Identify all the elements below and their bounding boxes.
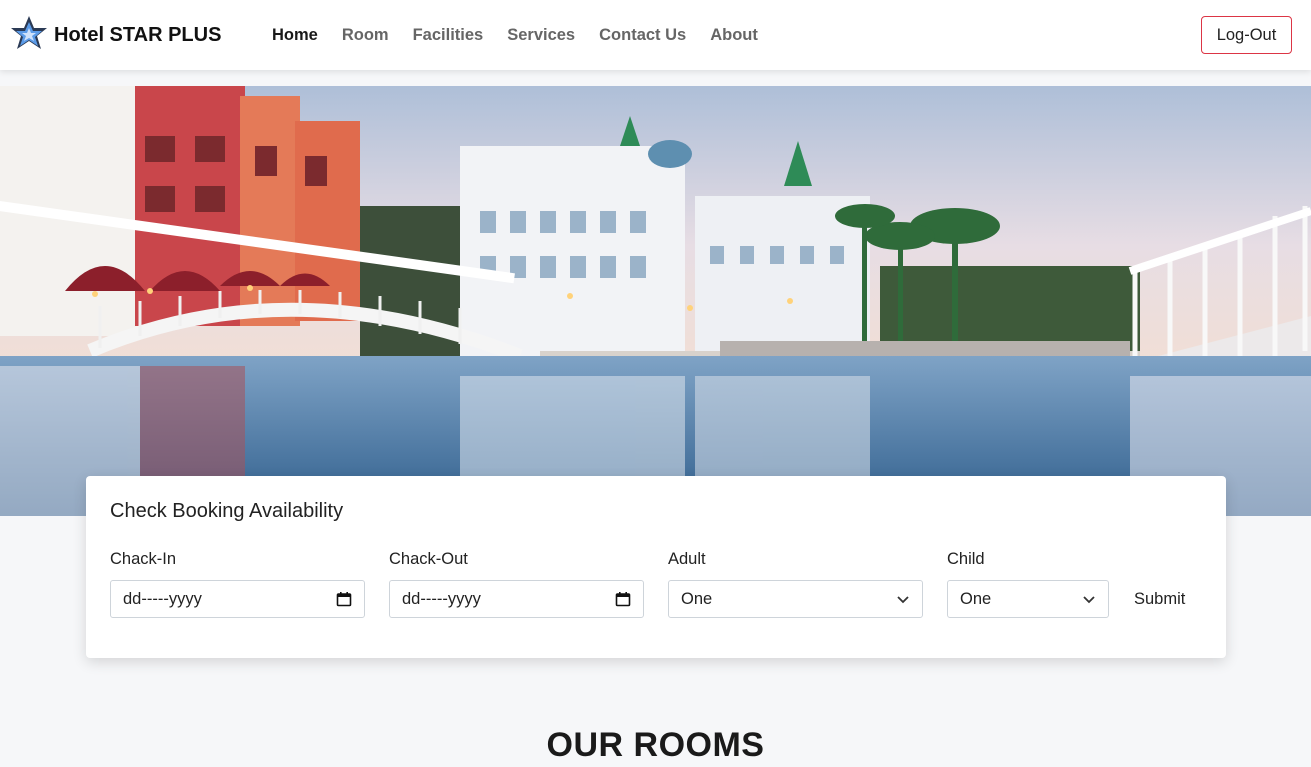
brand[interactable]: Hotel STAR PLUS [8,14,221,56]
check-out-label: Chack-Out [389,550,468,568]
nav-services[interactable]: Services [507,26,575,45]
nav-about[interactable]: About [710,26,758,45]
brand-name: Hotel STAR PLUS [54,23,222,46]
rooms-section-title: OUR ROOMS [546,726,765,764]
booking-card: Check Booking Availability Chack-In dd--… [86,476,1226,658]
hero-image [0,86,1311,516]
check-out-value: dd-----yyyy [402,589,481,608]
check-in-value: dd-----yyyy [123,589,202,608]
nav-facilities[interactable]: Facilities [413,26,484,45]
check-in-input[interactable]: dd-----yyyy [110,580,365,618]
star-icon [11,16,47,49]
navbar: Hotel STAR PLUS Home Room Facilities Ser… [0,0,1311,70]
chevron-down-icon [897,596,909,604]
nav-room[interactable]: Room [342,26,389,45]
chevron-down-icon [1083,596,1095,604]
calendar-icon[interactable] [615,591,631,607]
check-out-input[interactable]: dd-----yyyy [389,580,644,618]
child-value: One [960,589,992,608]
check-in-label: Chack-In [110,550,177,568]
adult-label: Adult [668,550,706,568]
booking-title: Check Booking Availability [110,500,344,522]
adult-select[interactable]: One [668,580,923,618]
nav-contact-us[interactable]: Contact Us [599,26,686,45]
adult-value: One [681,589,713,608]
submit-button[interactable]: Submit [1134,580,1185,618]
child-label: Child [947,550,985,568]
main-nav: Home Room Facilities Services Contact Us… [272,0,758,70]
nav-home[interactable]: Home [272,26,318,45]
child-select[interactable]: One [947,580,1109,618]
calendar-icon[interactable] [336,591,352,607]
logout-button[interactable]: Log-Out [1201,16,1292,54]
